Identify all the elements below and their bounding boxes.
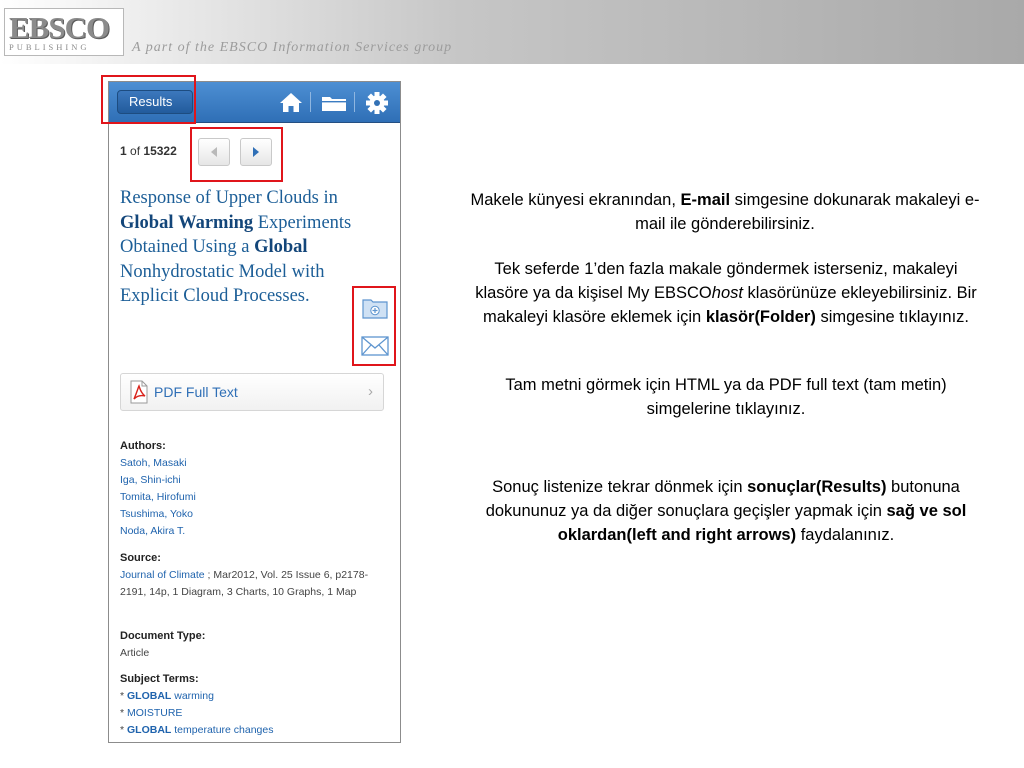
emphasis-text: klasör(Folder) [705,308,816,326]
subject-term-item[interactable]: * MOISTURE [120,705,390,722]
text-segment: simgesine tıklayınız. [815,308,969,326]
emphasis-text: GLOBAL [127,724,172,736]
document-type-value: Article [120,647,150,659]
pdf-icon [130,380,148,404]
text-segment: faydalanınız. [796,526,895,544]
article-title: Response of Upper Clouds in Global Warmi… [120,186,370,309]
authors-heading: Authors: [120,440,166,452]
instruction-results-navigation: Sonuç listenize tekrar dönmek için sonuç… [466,475,986,547]
subject-terms-section: Subject Terms: * GLOBAL warming * MOISTUR… [120,671,390,739]
instruction-folder: Tek seferde 1’den fazla makale göndermek… [466,257,986,329]
toolbar-divider [354,92,355,112]
highlight-results-button [101,75,196,124]
subject-terms-heading: Subject Terms: [120,673,199,685]
pdf-full-text-label: PDF Full Text [154,384,238,400]
slide-header-banner: EBSCO PUBLISHING A part of the EBSCO Inf… [0,0,1024,64]
document-type-heading: Document Type: [120,630,206,642]
authors-section: Authors: Satoh, Masaki Iga, Shin-ichi To… [120,438,390,540]
subject-term-item[interactable]: * GLOBAL temperature changes [120,722,390,739]
subject-term-link[interactable]: GLOBAL warming [127,690,214,702]
folder-icon[interactable] [321,94,347,112]
total-results: 15322 [143,144,177,158]
logo-sub-text: PUBLISHING [9,42,90,52]
journal-link[interactable]: Journal of Climate [120,569,205,581]
subject-terms-list: * GLOBAL warming * MOISTURE * GLOBAL tempe… [120,688,390,739]
toolbar-divider [310,92,311,112]
chevron-right-icon: › [368,383,373,400]
banner-tagline: A part of the EBSCO Information Services… [132,40,453,55]
subject-term-link[interactable]: GLOBAL temperature changes [127,724,273,736]
emphasis-text: sonuçlar(Results) [747,478,887,496]
text-segment: . [304,286,310,306]
author-link[interactable]: Tsushima, Yoko [120,506,390,523]
highlight-folder-email-icons [352,286,396,366]
emphasis-text: GLOBAL [127,690,172,702]
home-icon[interactable] [279,91,303,113]
text-segment: temperature changes [171,724,274,736]
bullet-asterisk: * [120,707,128,719]
pdf-full-text-link[interactable]: PDF Full Text › [120,373,384,411]
subject-term-link[interactable]: MOISTURE [127,707,182,719]
current-index: 1 [120,144,127,158]
text-segment: host [711,284,743,302]
bullet-asterisk: * [120,690,128,702]
subject-term-item[interactable]: * GLOBAL warming [120,688,390,705]
author-link[interactable]: Iga, Shin-ichi [120,472,390,489]
emphasis-text: Global [120,212,174,233]
source-section: Source: Journal of Climate ; Mar2012, Vo… [120,550,390,601]
instruction-email: Makele künyesi ekranından, E-mail simges… [470,188,980,236]
source-detail: Journal of Climate ; Mar2012, Vol. 25 Is… [120,567,390,601]
ebsco-logo: EBSCO PUBLISHING [4,8,124,56]
author-link[interactable]: Satoh, Masaki [120,455,390,472]
bullet-asterisk: * [120,724,128,736]
text-segment: MOISTURE [127,707,183,719]
author-link[interactable]: Tomita, Hirofumi [120,489,390,506]
text-segment: Tam metni görmek için HTML ya da PDF ful… [505,376,947,418]
of-label: of [130,144,141,158]
emphasis-text: E-mail [680,191,731,209]
source-heading: Source: [120,552,161,564]
instruction-full-text: Tam metni görmek için HTML ya da PDF ful… [466,373,986,421]
author-link[interactable]: Noda, Akira T. [120,523,390,540]
emphasis-text: Global [254,237,308,257]
text-segment: warming [171,690,214,702]
highlight-nav-arrows [190,127,283,182]
gear-icon[interactable] [365,91,389,115]
emphasis-text: Warming [178,212,254,233]
text-segment: Nonhydrostatic Model with Explicit Cloud… [120,261,325,307]
text-segment: Makele künyesi ekranından, [470,191,681,209]
result-counter: 1 of 15322 [120,144,177,158]
document-type-section: Document Type: Article [120,628,390,662]
logo-main-text: EBSCO [9,10,110,45]
text-segment: Response of Upper Clouds in [120,188,338,208]
text-segment: Sonuç listenize tekrar dönmek için [492,478,748,496]
